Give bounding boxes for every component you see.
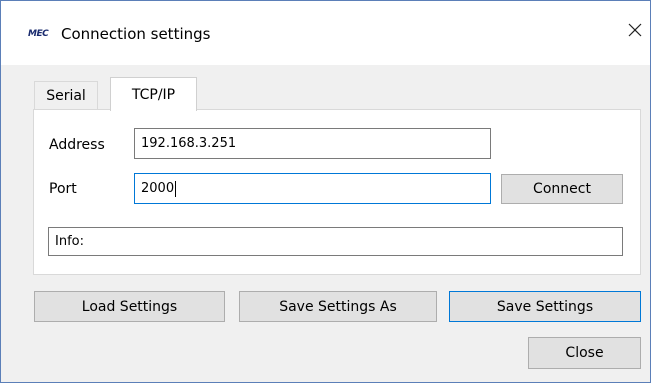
connect-button[interactable]: Connect [501,174,623,204]
tab-tcpip[interactable]: TCP/IP [110,77,197,111]
load-settings-label: Load Settings [81,298,178,315]
save-settings-label: Save Settings [496,298,594,315]
port-value: 2000 [141,181,175,196]
tab-tcpip-label: TCP/IP [131,86,176,103]
save-settings-as-label: Save Settings As [279,298,397,315]
save-settings-as-button[interactable]: Save Settings As [239,291,437,322]
port-label: Port [49,181,77,197]
port-input[interactable]: 2000 [134,173,491,204]
load-settings-button[interactable]: Load Settings [34,291,225,322]
address-input[interactable]: 192.168.3.251 [134,128,491,159]
text-caret [175,180,177,197]
info-text: Info: [55,234,84,249]
close-button[interactable]: Close [528,337,641,369]
close-button-label: Close [565,345,604,361]
tab-serial-label: Serial [46,88,86,104]
close-icon[interactable] [622,17,648,43]
window-title: Connection settings [61,25,211,43]
info-box: Info: [48,227,623,256]
connect-button-label: Connect [533,181,591,197]
address-label: Address [49,137,105,153]
app-logo: MEC [28,29,49,39]
title-bar: MEC Connection settings [1,1,650,65]
address-value: 192.168.3.251 [141,136,237,151]
save-settings-button[interactable]: Save Settings [449,291,641,322]
connection-settings-dialog: MEC Connection settings Serial TCP/IP Ad… [0,0,651,383]
tab-serial[interactable]: Serial [34,81,98,110]
tcpip-panel: Address 192.168.3.251 Port 2000 Connect … [33,109,641,275]
